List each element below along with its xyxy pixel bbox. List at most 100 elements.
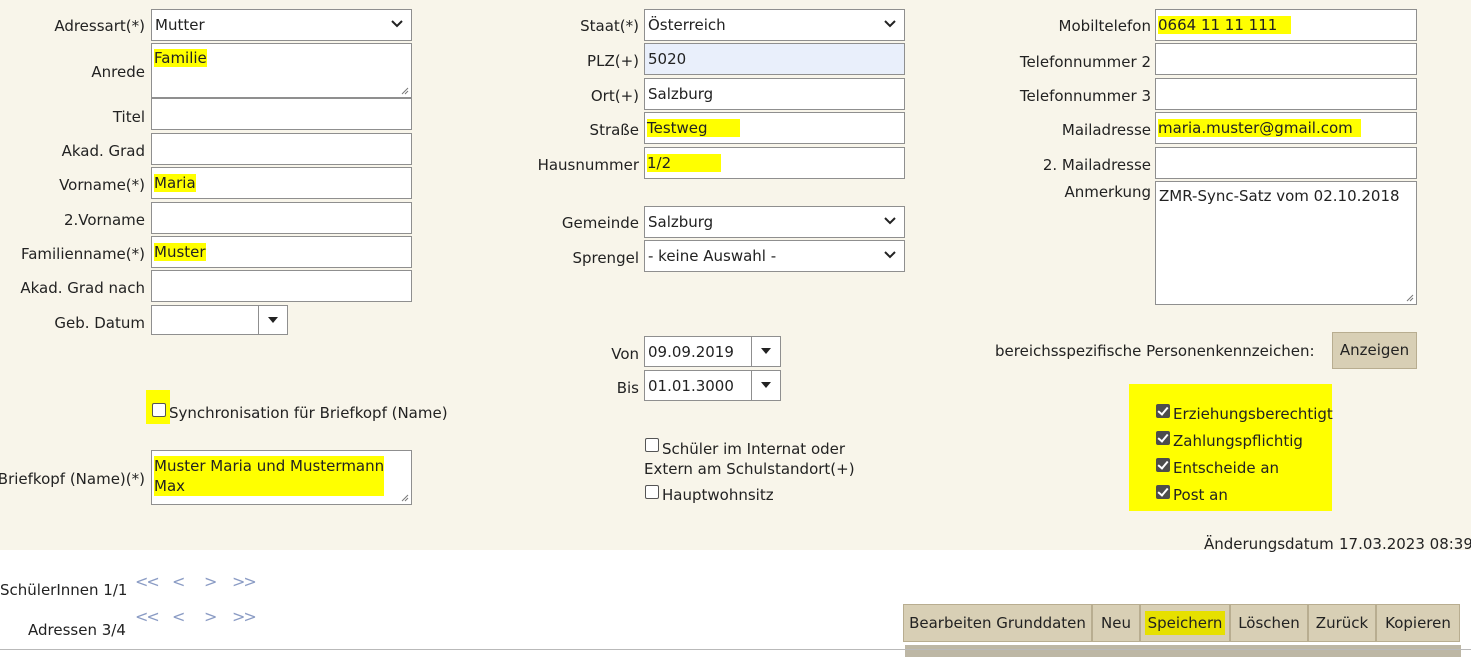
speichern-label: Speichern	[1144, 611, 1226, 635]
button-bar-shadow	[905, 645, 1461, 657]
plz-input[interactable]: 5020	[644, 43, 905, 75]
internat-label-line1: Schüler im Internat oder	[662, 440, 846, 458]
telefon2-label: Telefonnummer 2	[1019, 53, 1151, 71]
adressen-prev-button[interactable]: <	[172, 607, 185, 626]
telefon3-input[interactable]	[1155, 78, 1417, 110]
bis-input[interactable]: 01.01.3000	[644, 370, 781, 401]
schueler-prev-button[interactable]: <	[172, 572, 185, 591]
akad-grad-nach-input[interactable]	[151, 270, 412, 302]
date-picker-button[interactable]	[258, 306, 287, 334]
internat-checkbox[interactable]	[645, 438, 659, 452]
kopieren-button[interactable]: Kopieren	[1376, 604, 1460, 642]
gemeinde-value: Salzburg	[648, 213, 714, 231]
geb-datum-label: Geb. Datum	[54, 314, 145, 332]
akad-grad-nach-label: Akad. Grad nach	[20, 279, 145, 297]
mobiltelefon-value: 0664 11 11 111	[1158, 16, 1292, 34]
briefkopf-label: Briefkopf (Name)(*)	[0, 470, 145, 488]
sprengel-value: - keine Auswahl -	[648, 247, 777, 265]
anmerkung-label: Anmerkung	[1064, 183, 1151, 201]
mobiltelefon-input[interactable]: 0664 11 11 111	[1155, 9, 1417, 41]
date-picker-button[interactable]	[751, 371, 780, 400]
ort-label: Ort(+)	[590, 87, 639, 105]
sprengel-label: Sprengel	[572, 249, 639, 267]
zweiter-vorname-input[interactable]	[151, 202, 412, 234]
chevron-down-icon	[391, 20, 403, 28]
briefkopf-highlight: Muster Maria und Mustermann Max	[154, 456, 385, 496]
adressen-counter: Adressen 3/4	[28, 621, 126, 639]
zweiter-vorname-label: 2.Vorname	[63, 211, 145, 229]
anmerkung-value: ZMR-Sync-Satz vom 02.10.2018	[1159, 187, 1400, 205]
post-an-label: Post an	[1173, 486, 1228, 504]
anrede-label: Anrede	[91, 63, 145, 81]
hauptwohnsitz-checkbox[interactable]	[645, 485, 659, 499]
gemeinde-select[interactable]: Salzburg	[644, 206, 905, 238]
telefon2-input[interactable]	[1155, 43, 1417, 75]
erziehungsberechtigt-label: Erziehungsberechtigt	[1173, 405, 1333, 423]
adressen-last-button[interactable]: >>	[232, 607, 257, 626]
schueler-next-button[interactable]: >	[204, 572, 217, 591]
anzeigen-button[interactable]: Anzeigen	[1332, 332, 1417, 369]
anmerkung-textarea[interactable]: ZMR-Sync-Satz vom 02.10.2018	[1155, 181, 1417, 305]
post-an-checkbox[interactable]	[1156, 485, 1170, 499]
chevron-down-icon	[884, 20, 896, 28]
aenderungsdatum-value: 17.03.2023 08:39	[1339, 535, 1471, 553]
hausnummer-value: 1/2	[647, 154, 722, 172]
strasse-input[interactable]: Testweg	[644, 112, 905, 144]
schueler-first-button[interactable]: <<	[135, 572, 160, 591]
schueler-last-button[interactable]: >>	[232, 572, 257, 591]
entscheide-an-checkbox[interactable]	[1156, 458, 1170, 472]
chevron-down-icon	[884, 251, 896, 259]
adressen-first-button[interactable]: <<	[135, 607, 160, 626]
titel-label: Titel	[112, 108, 145, 126]
mail-label: Mailadresse	[1061, 121, 1151, 139]
mail2-label: 2. Mailadresse	[1042, 156, 1151, 174]
zahlungspflichtig-checkbox[interactable]	[1156, 431, 1170, 445]
briefkopf-textarea[interactable]: Muster Maria und Mustermann Max	[151, 450, 412, 505]
anrede-textarea[interactable]: Familie	[151, 43, 412, 98]
mail2-input[interactable]	[1155, 147, 1417, 179]
speichern-button[interactable]: Speichern	[1140, 604, 1230, 642]
loeschen-button[interactable]: Löschen	[1230, 604, 1308, 642]
sprengel-select[interactable]: - keine Auswahl -	[644, 240, 905, 272]
familienname-input[interactable]: Muster	[151, 236, 412, 268]
titel-input[interactable]	[151, 98, 412, 130]
adressart-value: Mutter	[155, 16, 205, 34]
sync-checkbox[interactable]	[152, 403, 166, 417]
erziehungsberechtigt-checkbox[interactable]	[1156, 404, 1170, 418]
von-input[interactable]: 09.09.2019	[644, 336, 781, 367]
resize-handle-icon[interactable]	[401, 87, 409, 95]
telefon3-label: Telefonnummer 3	[1019, 87, 1151, 105]
hausnummer-label: Hausnummer	[537, 156, 639, 174]
von-value: 09.09.2019	[648, 343, 734, 361]
adressart-label: Adressart(*)	[54, 17, 145, 35]
mail-input[interactable]: maria.muster@gmail.com	[1155, 112, 1417, 144]
briefkopf-line1: Muster Maria und Mustermann	[154, 457, 385, 475]
bearbeiten-grunddaten-button[interactable]: Bearbeiten Grunddaten	[903, 604, 1092, 642]
bis-label: Bis	[616, 379, 639, 397]
staat-select[interactable]: Österreich	[644, 9, 905, 41]
adressen-next-button[interactable]: >	[204, 607, 217, 626]
adressart-select[interactable]: Mutter	[151, 9, 412, 41]
geb-datum-input[interactable]	[151, 305, 288, 335]
date-picker-button[interactable]	[751, 337, 780, 366]
neu-button[interactable]: Neu	[1092, 604, 1140, 642]
sync-label: Synchronisation für Briefkopf (Name)	[169, 404, 448, 422]
vorname-label: Vorname(*)	[59, 176, 145, 194]
familienname-label: Familienname(*)	[20, 245, 145, 263]
ort-input[interactable]: Salzburg	[644, 78, 905, 110]
hausnummer-input[interactable]: 1/2	[644, 147, 905, 179]
mail-value: maria.muster@gmail.com	[1158, 119, 1361, 137]
resize-handle-icon[interactable]	[1406, 294, 1414, 302]
plz-label: PLZ(+)	[587, 52, 639, 70]
mobiltelefon-label: Mobiltelefon	[1058, 17, 1151, 35]
bis-value: 01.01.3000	[648, 377, 734, 395]
chevron-down-icon	[884, 217, 896, 225]
staat-value: Österreich	[648, 16, 726, 34]
footer-divider	[0, 649, 1471, 650]
resize-handle-icon[interactable]	[401, 494, 409, 502]
hauptwohnsitz-label: Hauptwohnsitz	[662, 486, 774, 504]
von-label: Von	[611, 345, 639, 363]
zurueck-button[interactable]: Zurück	[1308, 604, 1376, 642]
akad-grad-input[interactable]	[151, 133, 412, 165]
vorname-input[interactable]: Maria	[151, 167, 412, 199]
